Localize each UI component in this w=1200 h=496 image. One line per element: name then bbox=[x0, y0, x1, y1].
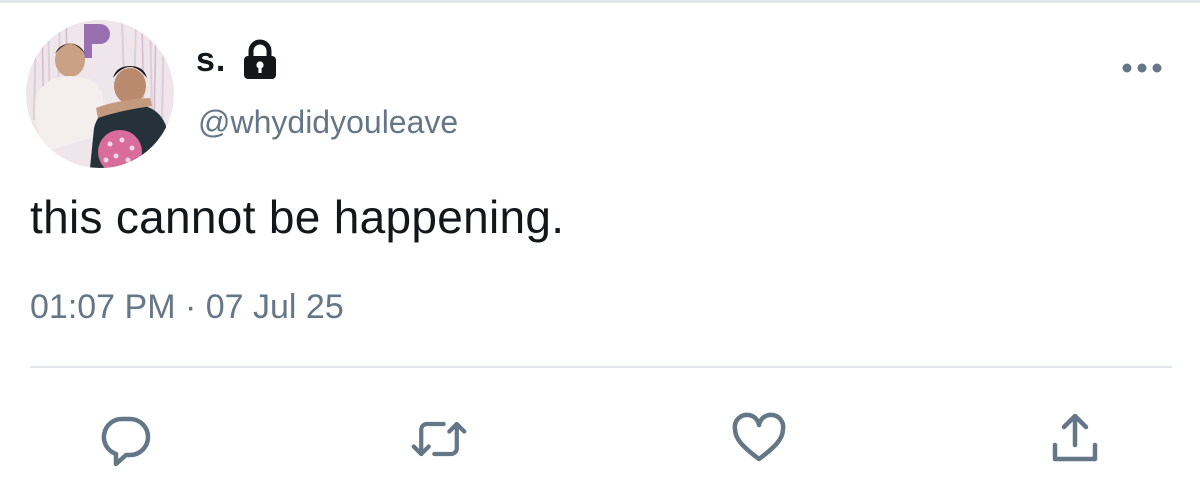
tweet-text: this cannot be happening. bbox=[30, 191, 565, 243]
share-icon bbox=[1052, 413, 1098, 462]
share-button[interactable] bbox=[1046, 410, 1104, 468]
reply-icon bbox=[101, 416, 151, 467]
lock-icon bbox=[240, 39, 280, 81]
actions-divider bbox=[30, 366, 1172, 368]
reply-button[interactable] bbox=[97, 410, 155, 468]
avatar-photo bbox=[26, 20, 174, 168]
like-button[interactable] bbox=[730, 410, 788, 468]
tweet-card: s. @whydidyouleave this cannot be happen… bbox=[0, 0, 1200, 496]
more-options-icon[interactable] bbox=[1118, 56, 1166, 80]
like-icon bbox=[732, 412, 786, 462]
user-handle[interactable]: @whydidyouleave bbox=[198, 104, 458, 141]
display-name-row: s. bbox=[196, 36, 280, 84]
display-name[interactable]: s. bbox=[196, 41, 226, 80]
retweet-icon bbox=[411, 421, 467, 457]
retweet-button[interactable] bbox=[410, 410, 468, 468]
tweet-timestamp[interactable]: 01:07 PM · 07 Jul 25 bbox=[30, 288, 344, 327]
avatar[interactable] bbox=[26, 20, 174, 168]
